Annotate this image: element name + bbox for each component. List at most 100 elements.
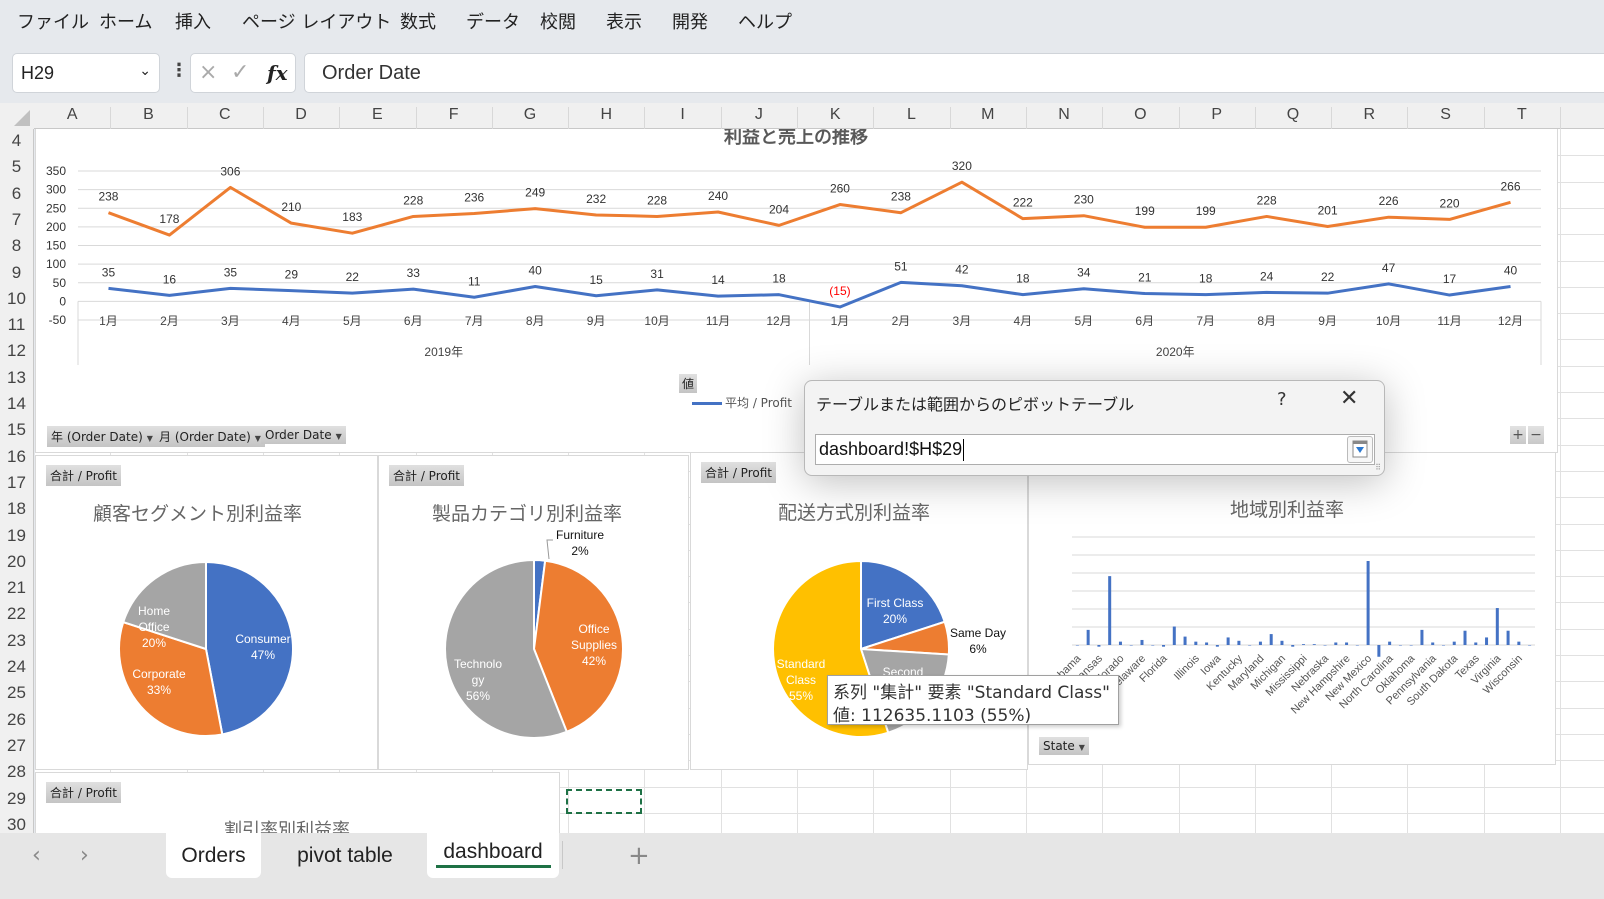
column-header-h[interactable]: H <box>568 106 644 124</box>
data-label: 183 <box>342 210 362 224</box>
insert-function-icon[interactable]: fx <box>267 61 288 85</box>
collapse-dialog-button[interactable] <box>1347 436 1373 463</box>
menu-insert[interactable]: 挿入 <box>175 8 211 34</box>
selected-cell-h29[interactable] <box>566 789 642 814</box>
menu-help[interactable]: ヘルプ <box>738 8 792 34</box>
chevron-down-icon[interactable]: ⌄ <box>139 63 151 79</box>
column-header-l[interactable]: L <box>873 106 949 124</box>
row-header-10[interactable]: 10 <box>0 289 33 309</box>
row-header-13[interactable]: 13 <box>0 368 33 388</box>
collapse-field-button[interactable]: − <box>1528 426 1544 444</box>
column-header-t[interactable]: T <box>1484 106 1560 124</box>
pie-chart-segment[interactable]: 合計 / Profit 顧客セグメント別利益率 Consumer 47% Corpo… <box>35 455 378 770</box>
row-header-8[interactable]: 8 <box>0 236 33 256</box>
column-header-a[interactable]: A <box>34 106 110 124</box>
field-button-state[interactable]: State ▼ <box>1039 737 1089 755</box>
bar-district-of-columbia <box>1151 645 1155 646</box>
column-separator[interactable] <box>1560 107 1561 129</box>
row-header-20[interactable]: 20 <box>0 552 33 572</box>
column-header-d[interactable]: D <box>263 106 339 124</box>
row-header-28[interactable]: 28 <box>0 762 33 782</box>
sheet-tab-orders[interactable]: Orders <box>166 833 261 878</box>
row-header-26[interactable]: 26 <box>0 710 33 730</box>
data-label: 238 <box>98 190 118 204</box>
row-header-5[interactable]: 5 <box>0 157 33 177</box>
add-sheet-button[interactable]: + <box>628 841 650 871</box>
range-input[interactable]: dashboard!$H$29 <box>815 434 1375 465</box>
column-header-m[interactable]: M <box>950 106 1026 124</box>
name-box[interactable]: H29 ⌄ <box>12 53 160 93</box>
row-header-4[interactable]: 4 <box>0 131 33 151</box>
menu-formulas[interactable]: 数式 <box>400 8 436 34</box>
column-header-e[interactable]: E <box>339 106 415 124</box>
legend-field-button[interactable]: 値 <box>679 374 698 393</box>
chart-discount[interactable]: 合計 / Profit 割引率別利益率 <box>35 772 560 842</box>
menu-review[interactable]: 校閲 <box>540 8 576 34</box>
column-header-p[interactable]: P <box>1179 106 1255 124</box>
sheet-tab-dashboard[interactable]: dashboard <box>427 833 559 878</box>
y-tick-label: 100 <box>46 257 66 271</box>
column-header-q[interactable]: Q <box>1255 106 1331 124</box>
bar-arizona <box>1086 629 1090 645</box>
row-header-25[interactable]: 25 <box>0 683 33 703</box>
help-button[interactable]: ? <box>1277 389 1287 410</box>
menu-developer[interactable]: 開発 <box>672 8 708 34</box>
menu-view[interactable]: 表示 <box>606 8 642 34</box>
row-header-27[interactable]: 27 <box>0 736 33 756</box>
field-button-order-date[interactable]: Order Date ▼ <box>261 426 346 444</box>
bar-maryland <box>1258 641 1262 645</box>
row-header-16[interactable]: 16 <box>0 447 33 467</box>
column-header-i[interactable]: I <box>644 106 720 124</box>
enter-icon[interactable]: ✓ <box>231 60 249 85</box>
row-header-17[interactable]: 17 <box>0 473 33 493</box>
row-header-30[interactable]: 30 <box>0 815 33 835</box>
field-button-year[interactable]: 年 (Order Date) ▼ <box>47 426 157 447</box>
pie-chart-category[interactable]: 合計 / Profit 製品カテゴリ別利益率 Furniture 2% Office… <box>378 455 689 770</box>
row-header-23[interactable]: 23 <box>0 631 33 651</box>
data-label: 222 <box>1013 196 1033 210</box>
menu-home[interactable]: ホーム <box>99 8 152 34</box>
tooltip-line-2: 値: 112635.1103 (55%) <box>833 706 1032 726</box>
row-header-7[interactable]: 7 <box>0 210 33 230</box>
row-header-29[interactable]: 29 <box>0 789 33 809</box>
next-sheet-button[interactable]: › <box>80 843 89 868</box>
column-header-f[interactable]: F <box>416 106 492 124</box>
column-header-g[interactable]: G <box>492 106 568 124</box>
column-header-k[interactable]: K <box>797 106 873 124</box>
row-header-24[interactable]: 24 <box>0 657 33 677</box>
cancel-icon[interactable]: × <box>199 60 217 85</box>
resize-grip-icon[interactable]: ⠿ <box>1375 463 1381 472</box>
row-header-18[interactable]: 18 <box>0 499 33 519</box>
menu-page-layout[interactable]: ページ レイアウト <box>242 8 391 34</box>
column-header-o[interactable]: O <box>1102 106 1178 124</box>
x-tick-label: 8月 <box>1257 314 1276 328</box>
row-header-12[interactable]: 12 <box>0 341 33 361</box>
expand-field-button[interactable]: + <box>1510 426 1526 444</box>
prev-sheet-button[interactable]: ‹ <box>32 843 41 868</box>
more-options-icon[interactable]: ⋮ <box>170 60 188 81</box>
menu-file[interactable]: ファイル <box>17 8 89 34</box>
column-header-j[interactable]: J <box>721 106 797 124</box>
formula-input[interactable]: Order Date <box>304 53 1604 93</box>
row-header-6[interactable]: 6 <box>0 184 33 204</box>
menu-data[interactable]: データ <box>466 8 520 34</box>
column-header-s[interactable]: S <box>1407 106 1483 124</box>
bar-wyoming <box>1528 645 1532 646</box>
column-header-c[interactable]: C <box>187 106 263 124</box>
sheet-tab-pivot-table[interactable]: pivot table <box>265 833 425 878</box>
row-header-14[interactable]: 14 <box>0 394 33 414</box>
data-label: 320 <box>952 159 972 173</box>
column-header-b[interactable]: B <box>110 106 186 124</box>
pie-svg: Consumer 47% Corporate 33% Home Office 20% <box>118 560 294 737</box>
close-button[interactable]: ✕ <box>1340 386 1358 411</box>
field-button-month[interactable]: 月 (Order Date) ▼ <box>155 426 265 447</box>
row-header-22[interactable]: 22 <box>0 604 33 624</box>
field-button-sum-profit[interactable]: 合計 / Profit <box>46 782 121 803</box>
row-header-15[interactable]: 15 <box>0 420 33 440</box>
row-header-19[interactable]: 19 <box>0 526 33 546</box>
column-header-r[interactable]: R <box>1331 106 1407 124</box>
row-header-21[interactable]: 21 <box>0 578 33 598</box>
row-header-11[interactable]: 11 <box>0 315 33 335</box>
column-header-n[interactable]: N <box>1026 106 1102 124</box>
row-header-9[interactable]: 9 <box>0 263 33 283</box>
